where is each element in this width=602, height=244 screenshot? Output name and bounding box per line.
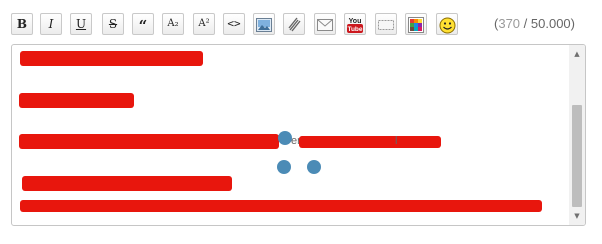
- attachment-icon: [288, 17, 301, 32]
- insert-email-button[interactable]: [314, 13, 336, 35]
- redacted-line: [299, 136, 441, 148]
- code-button[interactable]: <>: [223, 13, 245, 35]
- email-icon: [317, 19, 333, 31]
- insert-spoiler-button[interactable]: [375, 13, 397, 35]
- drag-dot[interactable]: [307, 160, 321, 174]
- youtube-icon: You Tube: [347, 18, 363, 33]
- drag-dot[interactable]: [278, 131, 292, 145]
- counter-max: 50.000: [530, 16, 571, 31]
- redacted-line: [22, 176, 232, 191]
- insert-smiley-button[interactable]: [436, 13, 458, 35]
- quote-button[interactable]: “: [132, 13, 154, 35]
- redacted-line: [20, 200, 542, 212]
- svg-text:Tube: Tube: [347, 26, 362, 33]
- text-color-button[interactable]: [405, 13, 427, 35]
- smiley-icon: [439, 17, 455, 33]
- spoiler-icon: [378, 20, 394, 30]
- redacted-line: [19, 134, 279, 149]
- message-textarea[interactable]: erl l ▲ ▼: [11, 44, 586, 226]
- counter-close: ): [570, 16, 575, 31]
- superscript-button[interactable]: A²: [193, 13, 215, 35]
- stray-text: l: [395, 135, 398, 147]
- bbcode-editor: B I U S “ A₂ A² <> You Tube (370 / 50.00…: [0, 0, 602, 244]
- insert-link-button[interactable]: [283, 13, 305, 35]
- counter-current: 370: [498, 16, 521, 31]
- editor-content: erl l: [12, 45, 568, 225]
- character-counter: (370 / 50.000): [494, 16, 575, 31]
- scroll-down-arrow-icon[interactable]: ▼: [569, 209, 585, 223]
- color-palette-icon: [408, 17, 424, 33]
- redacted-line: [20, 51, 203, 66]
- underline-button[interactable]: U: [70, 13, 92, 35]
- subscript-button[interactable]: A₂: [162, 13, 184, 35]
- scrollbar-thumb[interactable]: [572, 105, 582, 207]
- insert-youtube-button[interactable]: You Tube: [344, 13, 366, 35]
- redacted-line: [19, 93, 134, 108]
- strikethrough-button[interactable]: S: [102, 13, 124, 35]
- scroll-up-arrow-icon[interactable]: ▲: [569, 47, 585, 61]
- counter-separator: /: [520, 16, 531, 31]
- insert-image-button[interactable]: [253, 13, 275, 35]
- italic-button[interactable]: I: [40, 13, 62, 35]
- bold-button[interactable]: B: [11, 13, 33, 35]
- drag-dot[interactable]: [277, 160, 291, 174]
- image-icon: [256, 18, 272, 32]
- svg-text:You: You: [349, 18, 362, 25]
- vertical-scrollbar[interactable]: ▲ ▼: [569, 45, 585, 225]
